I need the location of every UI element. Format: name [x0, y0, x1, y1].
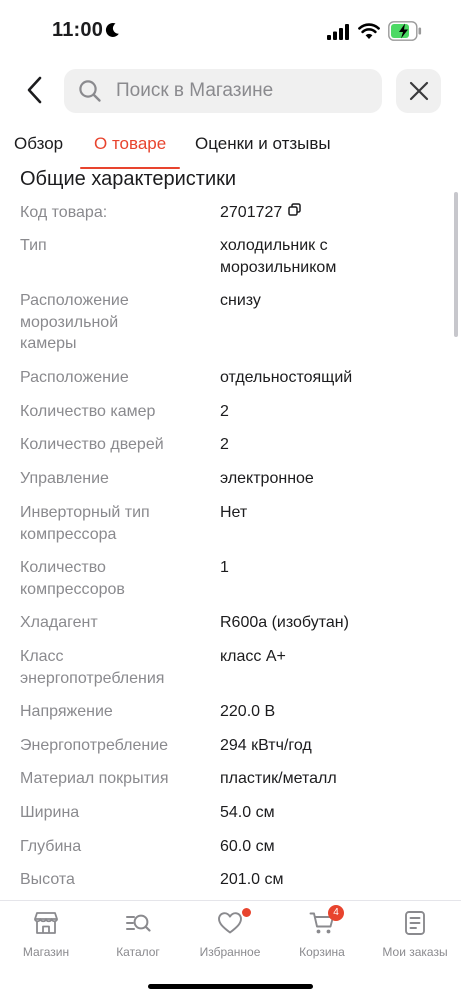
tab-reviews[interactable]: Оценки и отзывы: [195, 134, 331, 154]
close-icon: [409, 81, 428, 101]
orders-icon: [405, 911, 425, 935]
spec-label-coating-material: Материал покрытия: [20, 770, 169, 787]
product-tabs: Обзор О товаре Оценки и отзывы: [0, 126, 461, 170]
search-input[interactable]: [116, 69, 372, 113]
spec-value-control: электронное: [220, 470, 314, 487]
spec-value-doors: 2: [220, 436, 229, 453]
close-search-button[interactable]: [396, 69, 441, 113]
spec-value-compressors: 1: [220, 559, 229, 576]
nav-label-cart: Корзина: [299, 945, 345, 959]
scroll-indicator[interactable]: [454, 192, 458, 337]
catalog-search-icon: [126, 914, 151, 932]
spec-label-refrigerant: Хладагент: [20, 614, 98, 631]
nav-label-store: Магазин: [22, 945, 70, 959]
tab-overview[interactable]: Обзор: [14, 134, 63, 154]
store-icon: [34, 912, 58, 934]
spec-value-depth: 60.0 см: [220, 838, 275, 855]
moon-icon: [105, 23, 119, 38]
spec-value-height: 201.0 см: [220, 871, 284, 888]
nav-store[interactable]: Магазин: [0, 901, 92, 967]
battery-charging-icon: [388, 21, 422, 41]
spec-label-freezer-position: Расположение морозильной камеры: [20, 292, 129, 352]
spec-label-compressors: Количество компрессоров: [20, 559, 125, 598]
nav-label-my-orders: Мои заказы: [382, 945, 448, 959]
spec-value-energy-class: класс A+: [220, 648, 286, 665]
nav-label-catalog: Каталог: [116, 945, 160, 959]
spec-label-type: Тип: [20, 237, 47, 254]
spec-label-inverter: Инверторный тип компрессора: [20, 504, 150, 543]
copy-icon[interactable]: [288, 203, 302, 216]
status-bar: 11:00: [0, 0, 461, 62]
spec-value-placement: отдельностоящий: [220, 369, 353, 386]
spec-value-type: холодильник с морозильником: [220, 237, 337, 276]
nav-my-orders[interactable]: Мои заказы: [369, 901, 461, 967]
spec-value-refrigerant: R600a (изобутан): [220, 614, 349, 631]
back-button[interactable]: [18, 72, 52, 108]
spec-value-coating-material: пластик/металл: [220, 770, 337, 787]
spec-label-voltage: Напряжение: [20, 703, 113, 720]
nav-cart[interactable]: 4 Корзина: [276, 901, 368, 967]
spec-label-placement: Расположение: [20, 369, 129, 386]
spec-label-energy-class: Класс энергопотребления: [20, 648, 165, 687]
spec-label-depth: Глубина: [20, 838, 82, 855]
spec-value-energy-consumption: 294 кВтч/год: [220, 737, 312, 754]
nav-label-favorites: Избранное: [199, 945, 261, 959]
spec-label-height: Высота: [20, 871, 75, 888]
wifi-icon: [358, 23, 380, 39]
nav-catalog[interactable]: Каталог: [92, 901, 184, 967]
home-indicator: [148, 984, 313, 989]
spec-value-freezer-position: снизу: [220, 292, 261, 309]
heart-icon: [218, 912, 242, 934]
tab-about-product[interactable]: О товаре: [94, 134, 166, 154]
nav-favorites[interactable]: Избранное: [184, 901, 276, 967]
spec-value-chambers: 2: [220, 403, 229, 420]
spec-label-product-code: Код товара:: [20, 204, 108, 221]
favorites-dot-badge: [242, 908, 251, 917]
section-title: Общие характеристики: [20, 168, 237, 190]
status-time: 11:00: [52, 19, 104, 41]
chevron-left-icon: [27, 76, 42, 104]
spec-label-control: Управление: [20, 470, 109, 487]
cellular-signal-icon: [327, 24, 349, 40]
spec-value-inverter: Нет: [220, 504, 248, 521]
spec-label-chambers: Количество камер: [20, 403, 156, 420]
search-box[interactable]: [64, 69, 382, 113]
spec-label-doors: Количество дверей: [20, 436, 164, 453]
spec-value-width: 54.0 см: [220, 804, 275, 821]
spec-value-voltage: 220.0 В: [220, 703, 276, 720]
product-code-text: 2701727: [220, 204, 283, 221]
spec-label-energy-consumption: Энергопотребление: [20, 737, 169, 754]
cart-count-badge: 4: [328, 905, 344, 921]
spec-label-width: Ширина: [20, 804, 80, 821]
search-icon: [79, 80, 101, 102]
spec-value-product-code: 2701727: [220, 202, 445, 224]
